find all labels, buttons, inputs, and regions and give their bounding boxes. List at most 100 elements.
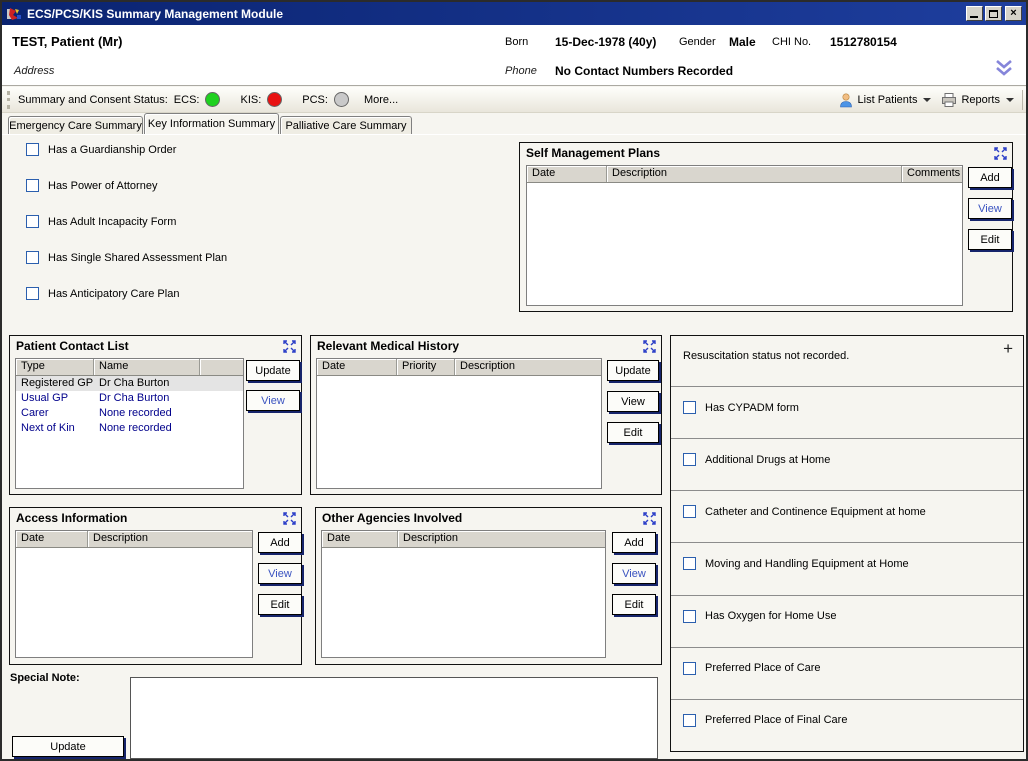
ai-view-button[interactable]: View (258, 563, 302, 584)
column-header-description[interactable]: Description (398, 531, 605, 547)
checkbox-icon[interactable] (683, 401, 696, 414)
expand-panel-icon[interactable] (643, 512, 656, 525)
special-note-textarea[interactable] (130, 677, 658, 759)
checkbox-icon[interactable] (683, 557, 696, 570)
patient-contact-table[interactable]: Type Name Registered GP Dr Cha Burton Us… (15, 358, 244, 489)
phone-value: No Contact Numbers Recorded (555, 64, 733, 78)
tab-key-information-summary[interactable]: Key Information Summary (144, 113, 279, 134)
column-header-date[interactable]: Date (527, 166, 607, 182)
checkbox-guardianship-order[interactable]: Has a Guardianship Order (26, 143, 176, 156)
tab-label: Palliative Care Summary (285, 120, 406, 132)
smp-edit-button[interactable]: Edit (968, 229, 1012, 250)
oa-view-button[interactable]: View (612, 563, 656, 584)
contact-row-registered-gp[interactable]: Registered GP Dr Cha Burton (16, 376, 243, 391)
checkbox-power-of-attorney[interactable]: Has Power of Attorney (26, 179, 157, 192)
checkbox-icon[interactable] (26, 143, 39, 156)
special-note-update-button[interactable]: Update (12, 736, 124, 757)
column-header-date[interactable]: Date (16, 531, 88, 547)
table-body[interactable] (317, 376, 601, 488)
maximize-button[interactable] (985, 6, 1002, 21)
checkbox-cypadm-form[interactable]: Has CYPADM form (671, 386, 1023, 438)
more-link[interactable]: More... (359, 92, 403, 108)
checkbox-icon[interactable] (26, 251, 39, 264)
column-header-name[interactable]: Name (94, 359, 200, 375)
rmh-update-button[interactable]: Update (607, 360, 659, 381)
column-header-blank[interactable] (200, 359, 243, 375)
expand-panel-icon[interactable] (643, 340, 656, 353)
column-header-description[interactable]: Description (607, 166, 902, 182)
medical-history-table[interactable]: Date Priority Description (316, 358, 602, 489)
contact-type: Carer (16, 406, 94, 421)
contact-name: Dr Cha Burton (94, 391, 200, 406)
ai-add-button[interactable]: Add (258, 532, 302, 553)
panel-title: Patient Contact List (16, 339, 129, 353)
relevant-medical-history-panel: Relevant Medical History Date Priority D… (310, 335, 662, 495)
close-button[interactable]: × (1005, 6, 1022, 21)
checkbox-icon[interactable] (683, 610, 696, 623)
column-header-date[interactable]: Date (317, 359, 397, 375)
other-agencies-table[interactable]: Date Description (321, 530, 606, 658)
reports-button[interactable]: Reports (936, 90, 1019, 110)
list-patients-button[interactable]: List Patients (833, 90, 937, 110)
rmh-edit-button[interactable]: Edit (607, 422, 659, 443)
self-management-plans-table[interactable]: Date Description Comments (526, 165, 963, 306)
checkbox-catheter-continence[interactable]: Catheter and Continence Equipment at hom… (671, 490, 1023, 542)
checkbox-icon[interactable] (683, 505, 696, 518)
column-header-date[interactable]: Date (322, 531, 398, 547)
expand-header-chevron-icon[interactable] (994, 59, 1014, 77)
pcl-view-button[interactable]: View (246, 390, 300, 411)
column-header-priority[interactable]: Priority (397, 359, 455, 375)
contact-name: Dr Cha Burton (94, 376, 200, 391)
checkbox-icon[interactable] (683, 714, 696, 727)
checkbox-adult-incapacity-form[interactable]: Has Adult Incapacity Form (26, 215, 176, 228)
checkbox-preferred-place-of-care[interactable]: Preferred Place of Care (671, 647, 1023, 699)
contact-name: None recorded (94, 421, 200, 436)
minimize-button[interactable] (966, 6, 983, 21)
table-body[interactable] (322, 548, 605, 657)
expand-panel-icon[interactable] (283, 340, 296, 353)
checkbox-oxygen-home-use[interactable]: Has Oxygen for Home Use (671, 595, 1023, 647)
tab-emergency-care-summary[interactable]: Emergency Care Summary (8, 116, 143, 134)
contact-row-carer[interactable]: Carer None recorded (16, 406, 243, 421)
reports-dropdown-icon (1006, 98, 1014, 102)
column-header-comments[interactable]: Comments (902, 166, 962, 182)
checkbox-icon[interactable] (26, 287, 39, 300)
access-information-table[interactable]: Date Description (15, 530, 253, 658)
checkbox-moving-handling[interactable]: Moving and Handling Equipment at Home (671, 542, 1023, 594)
ecs-label: ECS: (174, 94, 200, 106)
rmh-view-button[interactable]: View (607, 391, 659, 412)
care-status-panel: Resuscitation status not recorded. + Has… (670, 335, 1024, 752)
table-body[interactable] (527, 183, 962, 305)
checkbox-additional-drugs[interactable]: Additional Drugs at Home (671, 438, 1023, 490)
contact-row-next-of-kin[interactable]: Next of Kin None recorded (16, 421, 243, 436)
column-header-type[interactable]: Type (16, 359, 94, 375)
table-body[interactable]: Registered GP Dr Cha Burton Usual GP Dr … (16, 376, 243, 488)
resuscitation-cell: Resuscitation status not recorded. + (671, 336, 1023, 386)
checkbox-single-shared-assessment-plan[interactable]: Has Single Shared Assessment Plan (26, 251, 227, 264)
expand-panel-icon[interactable] (994, 147, 1007, 160)
ai-edit-button[interactable]: Edit (258, 594, 302, 615)
toolbar-grip-handle[interactable] (7, 91, 10, 109)
smp-view-button[interactable]: View (968, 198, 1012, 219)
tab-palliative-care-summary[interactable]: Palliative Care Summary (280, 116, 412, 134)
checkbox-icon[interactable] (26, 179, 39, 192)
contact-row-usual-gp[interactable]: Usual GP Dr Cha Burton (16, 391, 243, 406)
checkbox-anticipatory-care-plan[interactable]: Has Anticipatory Care Plan (26, 287, 179, 300)
checkbox-preferred-place-of-final-care[interactable]: Preferred Place of Final Care (671, 699, 1023, 751)
checkbox-icon[interactable] (683, 662, 696, 675)
smp-add-button[interactable]: Add (968, 167, 1012, 188)
checkbox-icon[interactable] (26, 215, 39, 228)
more-label: More... (364, 94, 398, 106)
column-header-description[interactable]: Description (455, 359, 601, 375)
expand-panel-icon[interactable] (283, 512, 296, 525)
add-resuscitation-icon[interactable]: + (1003, 340, 1013, 357)
checkbox-icon[interactable] (683, 453, 696, 466)
oa-edit-button[interactable]: Edit (612, 594, 656, 615)
column-header-description[interactable]: Description (88, 531, 252, 547)
panel-title: Relevant Medical History (317, 339, 459, 353)
oa-add-button[interactable]: Add (612, 532, 656, 553)
kis-label: KIS: (240, 94, 261, 106)
pcs-status-dot (334, 92, 349, 107)
pcl-update-button[interactable]: Update (246, 360, 300, 381)
table-body[interactable] (16, 548, 252, 657)
